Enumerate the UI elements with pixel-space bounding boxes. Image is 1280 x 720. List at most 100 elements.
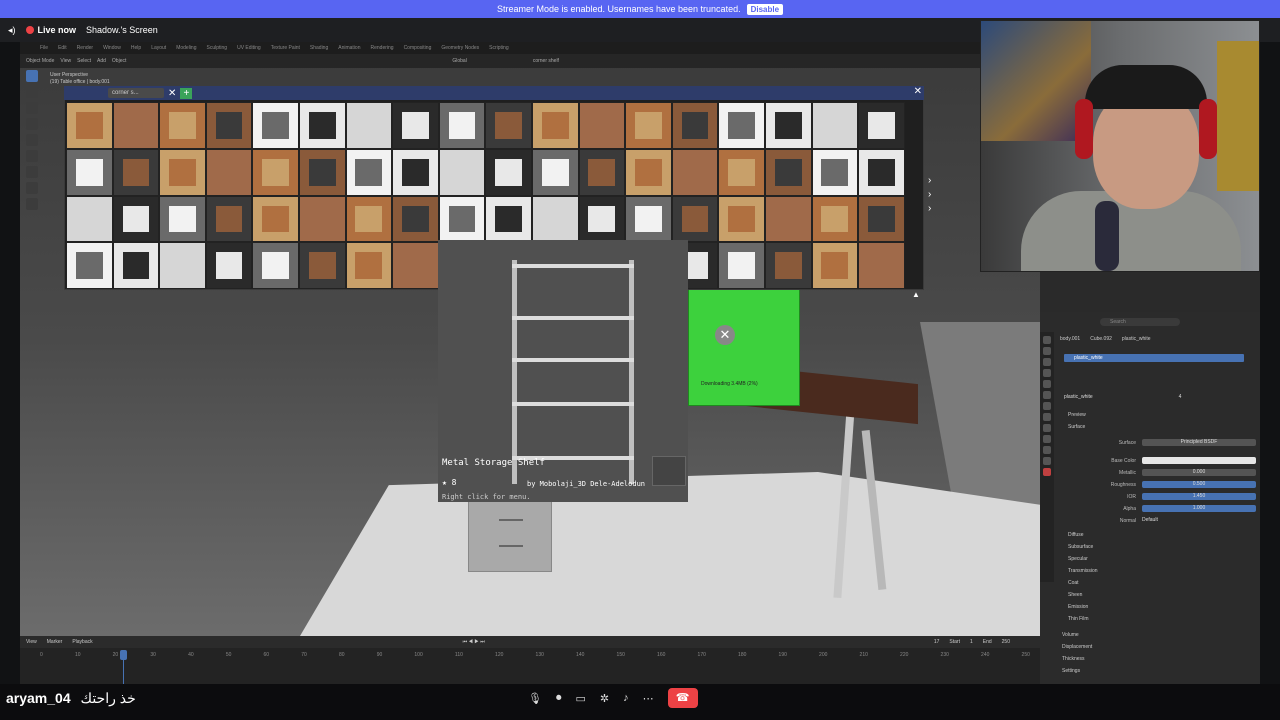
- add-cube-tool-icon[interactable]: [26, 198, 38, 210]
- disconnect-button[interactable]: ☎: [667, 688, 698, 708]
- asset-thumbnail[interactable]: [531, 148, 579, 196]
- object-tab-icon[interactable]: [1043, 402, 1051, 410]
- asset-thumbnail[interactable]: [485, 195, 532, 243]
- asset-thumbnail[interactable]: [392, 102, 439, 149]
- asset-thumbnail[interactable]: [438, 102, 486, 149]
- tab-texture-paint[interactable]: Texture Paint: [271, 45, 300, 51]
- menu-file[interactable]: File: [40, 45, 48, 51]
- camera-icon[interactable]: ⏺: [556, 692, 562, 705]
- asset-thumbnail[interactable]: [718, 195, 765, 243]
- screen-share-label[interactable]: Shadow.'s Screen: [86, 25, 158, 35]
- section-surface[interactable]: Surface: [1068, 424, 1085, 430]
- volume-icon[interactable]: ◂): [8, 25, 16, 36]
- select-menu[interactable]: Select: [77, 58, 91, 64]
- material-slot[interactable]: plastic_white: [1064, 354, 1244, 362]
- asset-thumbnail[interactable]: [298, 195, 346, 243]
- disable-button[interactable]: Disable: [746, 3, 784, 15]
- asset-thumbnail[interactable]: [392, 242, 439, 290]
- asset-thumbnail[interactable]: [718, 242, 765, 290]
- asset-thumbnail[interactable]: [392, 148, 439, 196]
- asset-thumbnail[interactable]: [66, 242, 113, 290]
- asset-thumbnail[interactable]: [485, 148, 532, 196]
- soundboard-icon[interactable]: ♪: [623, 692, 629, 704]
- asset-thumbnail[interactable]: [392, 195, 439, 243]
- end-field[interactable]: 250: [1002, 639, 1010, 645]
- screen-share-icon[interactable]: ▭: [575, 692, 585, 705]
- asset-thumbnail[interactable]: [578, 102, 626, 149]
- asset-thumbnail[interactable]: [625, 102, 672, 149]
- asset-thumbnail[interactable]: [671, 102, 719, 149]
- asset-thumbnail[interactable]: [718, 148, 765, 196]
- start-field[interactable]: 1: [970, 639, 973, 645]
- section-settings[interactable]: Settings: [1062, 668, 1080, 674]
- timeline-ruler[interactable]: 0 10 20 30 40 50 60 70 80 90 100 110 120 130 140 150 160…: [40, 652, 1030, 662]
- tab-geometry-nodes[interactable]: Geometry Nodes: [441, 45, 479, 51]
- scene-tab-icon[interactable]: [1043, 380, 1051, 388]
- asset-thumbnail[interactable]: [811, 102, 859, 149]
- menu-edit[interactable]: Edit: [58, 45, 67, 51]
- tab-shading[interactable]: Shading: [310, 45, 328, 51]
- roughness-field[interactable]: 0.500: [1142, 481, 1256, 488]
- asset-thumbnail[interactable]: [764, 242, 812, 290]
- subsection-subsurface[interactable]: Subsurface: [1068, 544, 1093, 550]
- cursor-tool-icon[interactable]: [26, 86, 38, 98]
- material-tab-icon[interactable]: [1043, 468, 1051, 476]
- asset-thumbnail[interactable]: [858, 242, 905, 290]
- timeline-marker-menu[interactable]: Marker: [47, 639, 63, 645]
- move-tool-icon[interactable]: [26, 102, 38, 114]
- data-tab-icon[interactable]: [1043, 457, 1051, 465]
- ior-field[interactable]: 1.450: [1142, 493, 1256, 500]
- add-menu[interactable]: Add: [97, 58, 106, 64]
- menu-render[interactable]: Render: [77, 45, 93, 51]
- tab-rendering[interactable]: Rendering: [370, 45, 393, 51]
- asset-thumbnail[interactable]: [205, 102, 253, 149]
- asset-thumbnail[interactable]: [531, 102, 579, 149]
- normal-field[interactable]: Default: [1142, 517, 1256, 524]
- asset-thumbnail[interactable]: [858, 195, 905, 243]
- asset-thumbnail[interactable]: [205, 242, 253, 290]
- activities-icon[interactable]: ✲: [600, 692, 609, 705]
- asset-thumbnail[interactable]: [438, 195, 486, 243]
- asset-thumbnail[interactable]: [159, 195, 206, 243]
- tool-tab-icon[interactable]: [1043, 336, 1051, 344]
- asset-thumbnail[interactable]: [205, 195, 253, 243]
- asset-thumbnail[interactable]: [298, 102, 346, 149]
- asset-thumbnail[interactable]: [531, 195, 579, 243]
- cancel-download-icon[interactable]: ✕: [715, 325, 735, 345]
- more-icon[interactable]: ⋯: [643, 692, 654, 705]
- constraints-tab-icon[interactable]: [1043, 446, 1051, 454]
- asset-thumbnail[interactable]: [764, 195, 812, 243]
- section-volume[interactable]: Volume: [1062, 632, 1079, 638]
- asset-thumbnail[interactable]: [671, 195, 719, 243]
- play-controls[interactable]: ⏮ ◀ ▶ ⏭: [463, 639, 485, 645]
- subsection-sheen[interactable]: Sheen: [1068, 592, 1082, 598]
- asset-thumbnail[interactable]: [66, 102, 113, 149]
- asset-thumbnail[interactable]: [345, 102, 393, 149]
- output-tab-icon[interactable]: [1043, 358, 1051, 366]
- tab-scripting[interactable]: Scripting: [489, 45, 508, 51]
- asset-thumbnail[interactable]: [625, 148, 672, 196]
- asset-thumbnail[interactable]: [159, 242, 206, 290]
- next-page-icon[interactable]: ›: [928, 174, 931, 188]
- asset-thumbnail[interactable]: [764, 148, 812, 196]
- subsection-thin-film[interactable]: Thin Film: [1068, 616, 1089, 622]
- properties-search[interactable]: Search: [1100, 318, 1180, 326]
- asset-thumbnail[interactable]: [811, 195, 859, 243]
- asset-thumbnail[interactable]: [345, 148, 393, 196]
- asset-thumbnail[interactable]: [112, 148, 160, 196]
- current-frame-field[interactable]: 17: [934, 639, 940, 645]
- tab-animation[interactable]: Animation: [338, 45, 360, 51]
- mode-select[interactable]: Object Mode: [26, 58, 54, 64]
- asset-thumbnail[interactable]: [112, 195, 160, 243]
- asset-thumbnail[interactable]: [159, 148, 206, 196]
- asset-thumbnail[interactable]: [252, 195, 299, 243]
- rotate-tool-icon[interactable]: [26, 118, 38, 130]
- asset-thumbnail[interactable]: [252, 242, 299, 290]
- menu-window[interactable]: Window: [103, 45, 121, 51]
- next-page-icon[interactable]: ›: [928, 202, 931, 216]
- asset-thumbnail[interactable]: [438, 148, 486, 196]
- asset-search-input[interactable]: corner s...: [108, 88, 164, 98]
- view-menu[interactable]: View: [60, 58, 71, 64]
- physics-tab-icon[interactable]: [1043, 435, 1051, 443]
- subsection-specular[interactable]: Specular: [1068, 556, 1088, 562]
